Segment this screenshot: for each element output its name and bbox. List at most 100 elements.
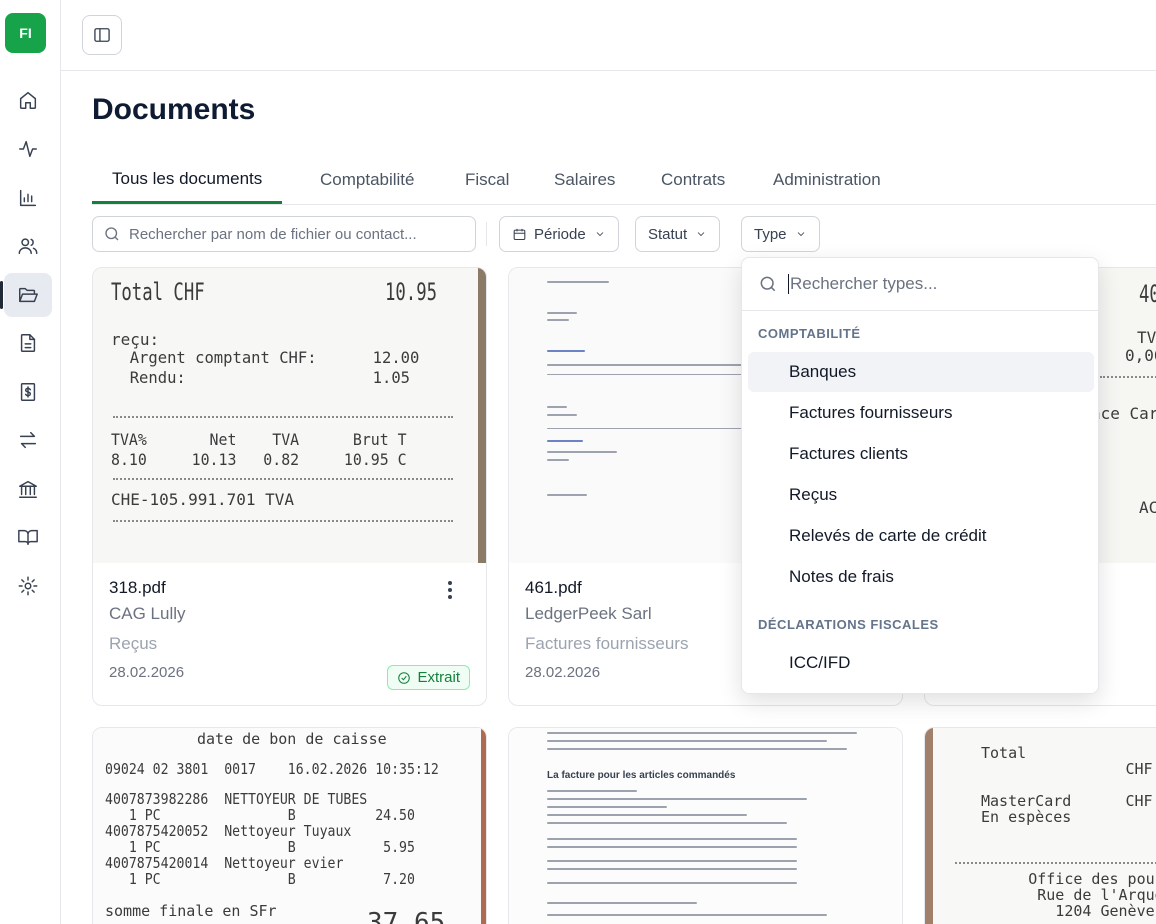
document-card[interactable]: Total CHF MasterCard CHF En espèces Offi… xyxy=(924,727,1156,924)
dropdown-group-label: DÉCLARATIONS FISCALES xyxy=(758,617,939,632)
sidebar-item-guide[interactable] xyxy=(4,515,52,559)
doc-text-line xyxy=(547,740,827,742)
doc-text-line xyxy=(547,440,583,442)
sidebar-item-transactions[interactable] xyxy=(4,418,52,462)
dot xyxy=(448,581,452,585)
sidebar-item-documents[interactable] xyxy=(0,273,52,317)
book-open-icon xyxy=(18,529,38,546)
gear-icon xyxy=(18,576,38,596)
document-thumbnail: Total CHF MasterCard CHF En espèces Offi… xyxy=(925,728,1156,924)
sidebar-item-reports[interactable] xyxy=(4,176,52,220)
doc-text-line xyxy=(547,860,797,862)
doc-text-line xyxy=(547,732,857,734)
type-filter-button[interactable]: Type xyxy=(741,216,820,252)
doc-text-line xyxy=(547,319,569,321)
dropdown-group-label: COMPTABILITÉ xyxy=(758,326,861,341)
period-filter-button[interactable]: Période xyxy=(499,216,619,252)
receipt-line: TVA% Net TVA Brut T xyxy=(111,430,407,449)
bank-icon xyxy=(19,480,37,498)
doc-text-line xyxy=(547,281,609,283)
dollar-file-icon xyxy=(20,383,36,401)
sidebar-item-settings[interactable] xyxy=(4,564,52,608)
receipt-line: TVA xyxy=(1137,328,1156,347)
doc-text-line xyxy=(547,798,807,800)
document-thumbnail: Total CHF 10.95 reçu: Argent comptant CH… xyxy=(93,268,486,563)
doc-text-line xyxy=(547,459,569,461)
receipt-line: 8.10 10.13 0.82 10.95 C xyxy=(111,450,407,469)
document-type: Reçus xyxy=(109,634,158,653)
users-icon xyxy=(18,238,38,255)
sidebar-item-activity[interactable] xyxy=(4,127,52,171)
status-filter-button[interactable]: Statut xyxy=(635,216,721,252)
file-name[interactable]: 318.pdf xyxy=(109,578,470,598)
doc-text-line xyxy=(547,748,847,750)
status-badge-label: Extrait xyxy=(417,669,460,686)
receipt-line: CHE-105.991.701 TVA xyxy=(111,490,295,509)
app-logo[interactable]: FI xyxy=(5,13,46,53)
toggle-sidebar-button[interactable] xyxy=(82,15,122,55)
sidebar-panel-icon xyxy=(94,28,110,42)
arrows-left-right-icon xyxy=(19,431,37,449)
type-option-recus[interactable]: Reçus xyxy=(748,475,1094,515)
receipt-total-value: 10.95 xyxy=(385,278,438,306)
folder-open-icon xyxy=(19,287,38,303)
check-circle-icon xyxy=(398,671,411,684)
receipt-line: nce Card xyxy=(1091,404,1156,423)
doc-text-line xyxy=(547,914,827,916)
chevron-down-icon xyxy=(697,232,705,237)
type-search-placeholder: Rechercher types... xyxy=(788,274,938,294)
dot xyxy=(448,595,452,599)
type-option-factures-clients[interactable]: Factures clients xyxy=(748,434,1094,474)
receipt-total-label: Total CHF xyxy=(111,278,205,306)
sidebar-item-bank[interactable] xyxy=(4,467,52,511)
receipt-line: Argent comptant CHF: 12.00 xyxy=(111,348,420,367)
receipt-separator xyxy=(955,862,1156,864)
doc-text-line xyxy=(547,312,577,314)
contact-name: CAG Lully xyxy=(109,604,186,623)
sidebar-item-invoices[interactable] xyxy=(4,321,52,365)
document-card[interactable]: Total CHF 10.95 reçu: Argent comptant CH… xyxy=(92,267,487,706)
receipt-line: 40 xyxy=(1139,280,1156,308)
doc-text-line xyxy=(547,822,787,824)
chevron-down-icon xyxy=(797,232,804,237)
receipt-edge xyxy=(478,268,486,563)
type-option-factures-fournisseurs[interactable]: Factures fournisseurs xyxy=(748,393,1094,433)
tab-salaries[interactable]: Salaires xyxy=(554,156,615,204)
receipt-total: 37.65 xyxy=(367,908,446,924)
doc-heading: La facture pour les articles commandés xyxy=(547,770,736,781)
tab-contracts[interactable]: Contrats xyxy=(661,156,725,204)
doc-text-line xyxy=(547,838,797,840)
status-filter-label: Statut xyxy=(648,225,688,243)
search-icon xyxy=(105,227,119,241)
tab-accounting[interactable]: Comptabilité xyxy=(320,156,415,204)
document-card[interactable]: date de bon de caisse 09024 02 3801 0017… xyxy=(92,727,487,924)
type-option-notes-de-frais[interactable]: Notes de frais xyxy=(748,557,1094,597)
doc-text-line xyxy=(547,806,667,808)
sidebar-item-billing[interactable] xyxy=(4,370,52,414)
receipt-edge xyxy=(481,728,486,924)
doc-text-line xyxy=(547,414,577,416)
doc-text-line xyxy=(547,494,587,496)
filter-divider xyxy=(486,222,487,246)
doc-text-line xyxy=(547,374,743,375)
type-option-banques[interactable]: Banques xyxy=(748,352,1094,392)
receipt-separator xyxy=(113,478,453,480)
document-card[interactable]: La facture pour les articles commandés xyxy=(508,727,903,924)
sidebar-item-contacts[interactable] xyxy=(4,224,52,268)
document-search-input[interactable]: Rechercher par nom de fichier ou contact… xyxy=(92,216,476,252)
tab-all-documents[interactable]: Tous les documents xyxy=(92,156,283,204)
tab-tax[interactable]: Fiscal xyxy=(465,156,509,204)
type-option-icc-ifd[interactable]: ICC/IFD xyxy=(748,643,1094,683)
receipt-line: En espèces xyxy=(981,808,1072,826)
tab-administration[interactable]: Administration xyxy=(773,156,881,204)
sidebar-item-home[interactable] xyxy=(4,78,52,122)
type-option-releves-carte-credit[interactable]: Relevés de carte de crédit xyxy=(748,516,1094,556)
doc-text-line xyxy=(547,790,637,792)
receipt-line: date de bon de caisse xyxy=(197,730,387,748)
receipt-separator xyxy=(1100,376,1156,378)
receipt-line: 1 PC B 7.20 xyxy=(105,870,415,888)
page-title: Documents xyxy=(92,93,256,126)
type-search-input[interactable]: Rechercher types... xyxy=(742,258,1098,311)
doc-text-line xyxy=(547,868,797,870)
more-options-button[interactable] xyxy=(440,580,460,600)
